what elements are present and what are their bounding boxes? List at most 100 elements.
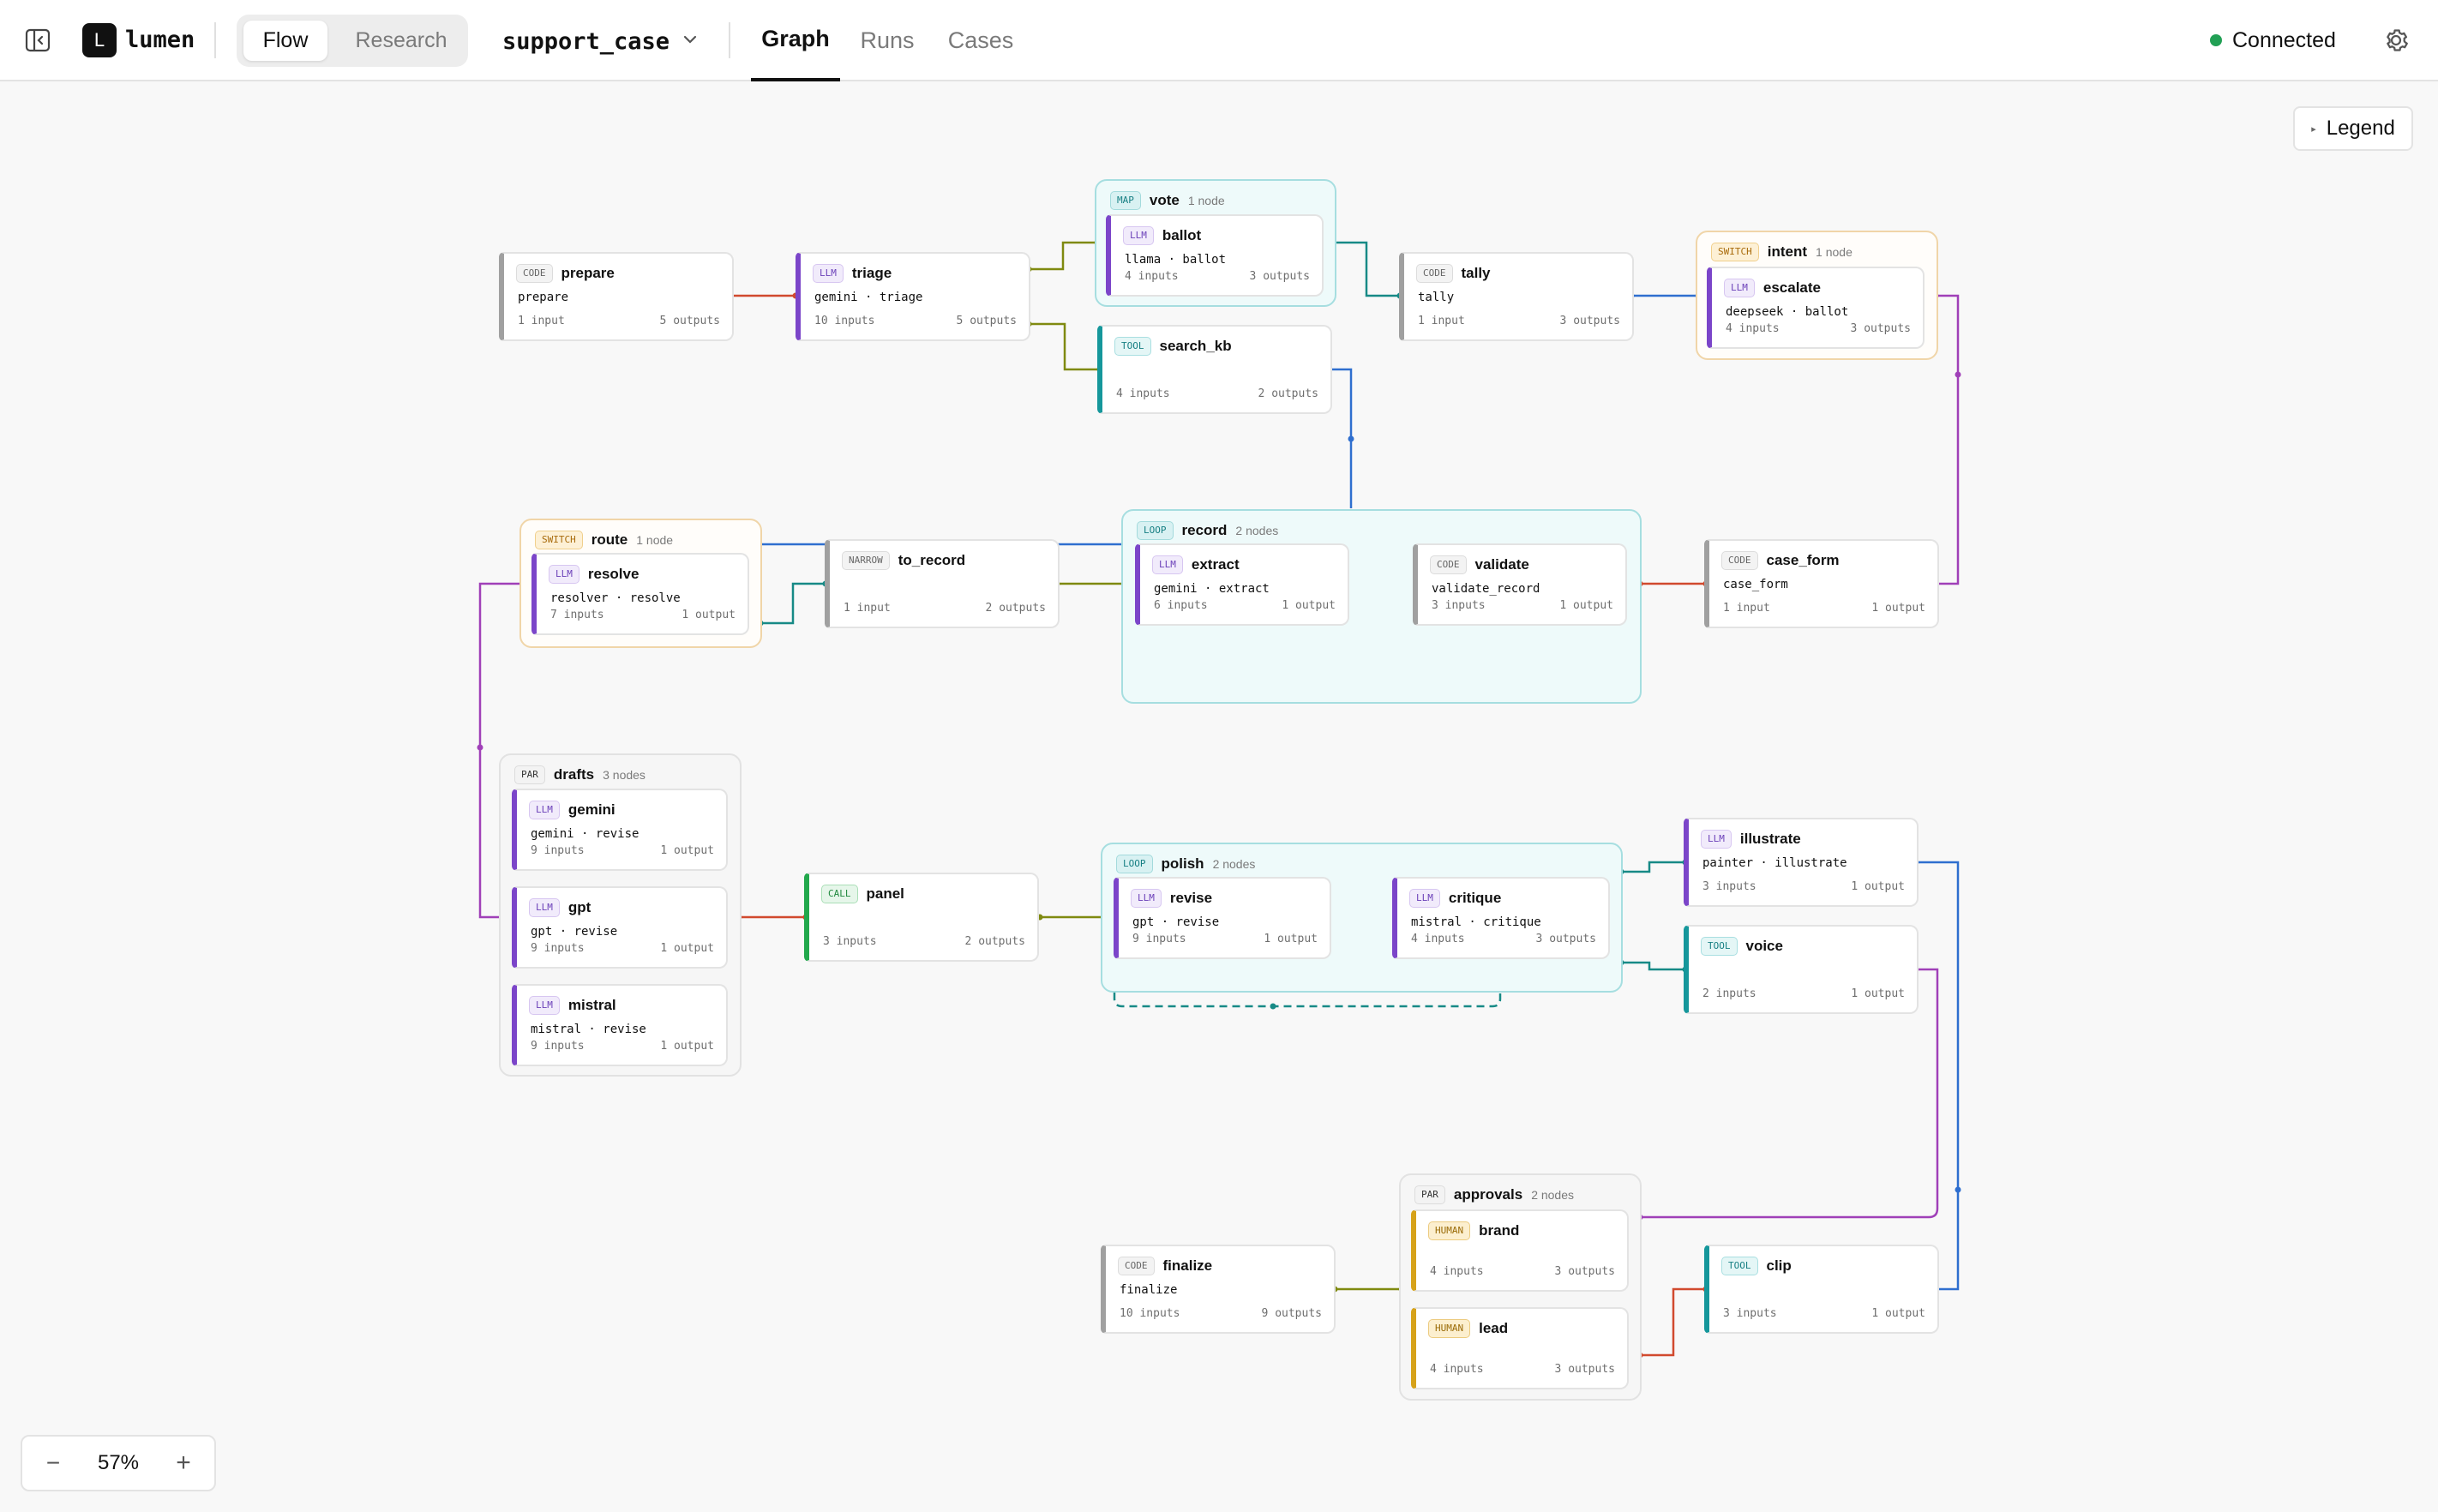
node-name: triage bbox=[851, 265, 892, 281]
zoom-in-button[interactable]: + bbox=[166, 1449, 201, 1478]
node-gemini[interactable]: LLM gemini gemini · revise 9 inputs 1 out… bbox=[512, 789, 728, 871]
node-outputs: 5 outputs bbox=[659, 315, 720, 327]
node-escalate[interactable]: LLM escalate deepseek · ballot 4 inputs 3… bbox=[1707, 267, 1925, 349]
node-panel[interactable]: CALL panel 3 inputs 2 outputs bbox=[804, 873, 1039, 962]
node-mistral[interactable]: LLM mistral mistral · revise 9 inputs 1 o… bbox=[512, 984, 728, 1066]
node-inputs: 4 inputs bbox=[1430, 1363, 1484, 1376]
edge bbox=[1029, 322, 1100, 371]
node-outputs: 1 output bbox=[1871, 1307, 1925, 1320]
node-gpt[interactable]: LLM gpt gpt · revise 9 inputs 1 output bbox=[512, 886, 728, 969]
group-type-badge: PAR bbox=[1414, 1185, 1445, 1204]
node-name: resolve bbox=[587, 566, 640, 582]
group-count: 1 node bbox=[1187, 194, 1225, 207]
node-name: critique bbox=[1448, 890, 1502, 906]
node-name: gpt bbox=[567, 899, 591, 915]
node-resolve[interactable]: LLM resolve resolver · resolve 7 inputs 1… bbox=[531, 553, 749, 635]
caret-right-icon: ▸ bbox=[2311, 123, 2316, 135]
edge bbox=[760, 582, 826, 625]
tab-flow[interactable]: Flow bbox=[243, 21, 327, 61]
status-dot-icon bbox=[2210, 34, 2222, 46]
node-case-form[interactable]: CODE case_form case_form 1 input 1 output bbox=[1704, 539, 1939, 628]
node-subtitle: case_form bbox=[1723, 578, 1788, 591]
group-count: 1 node bbox=[636, 533, 674, 547]
node-outputs: 5 outputs bbox=[956, 315, 1017, 327]
node-subtitle: resolver · resolve bbox=[550, 591, 681, 605]
node-type-badge: CODE bbox=[516, 264, 553, 283]
node-inputs: 3 inputs bbox=[1432, 599, 1486, 612]
node-search-kb[interactable]: TOOL search_kb 4 inputs 2 outputs bbox=[1097, 325, 1332, 414]
node-illustrate[interactable]: LLM illustrate painter · illustrate 3 inp… bbox=[1684, 818, 1919, 907]
connection-status: Connected bbox=[2210, 26, 2336, 55]
tab-research-label: Research bbox=[355, 28, 447, 52]
node-revise[interactable]: LLM revise gpt · revise 9 inputs 1 output bbox=[1114, 877, 1331, 959]
node-outputs: 3 outputs bbox=[1554, 1265, 1615, 1278]
node-inputs: 9 inputs bbox=[531, 1040, 585, 1053]
node-name: clip bbox=[1766, 1257, 1792, 1274]
node-inputs: 1 input bbox=[844, 602, 891, 615]
node-outputs: 3 outputs bbox=[1554, 1363, 1615, 1376]
node-to-record[interactable]: NARROW to_record 1 input 2 outputs bbox=[825, 539, 1060, 628]
node-name: prepare bbox=[561, 265, 615, 281]
node-extract[interactable]: LLM extract gemini · extract 6 inputs 1 o… bbox=[1135, 543, 1349, 626]
node-name: gemini bbox=[567, 801, 616, 818]
node-clip[interactable]: TOOL clip 3 inputs 1 output bbox=[1704, 1245, 1939, 1334]
node-name: tally bbox=[1461, 265, 1491, 281]
group-type-badge: LOOP bbox=[1116, 855, 1153, 873]
node-type-badge: LLM bbox=[813, 264, 844, 283]
node-subtitle: llama · ballot bbox=[1125, 253, 1227, 267]
node-subtitle: gemini · revise bbox=[531, 827, 640, 841]
node-type-badge: CODE bbox=[1416, 264, 1453, 283]
node-triage[interactable]: LLM triage gemini · triage 10 inputs 5 ou… bbox=[796, 252, 1030, 341]
node-ballot[interactable]: LLM ballot llama · ballot 4 inputs 3 outp… bbox=[1106, 214, 1324, 297]
node-subtitle: gemini · triage bbox=[814, 291, 923, 304]
node-subtitle: painter · illustrate bbox=[1702, 856, 1847, 870]
edge bbox=[1936, 294, 1960, 585]
group-header: PAR drafts 3 nodes bbox=[514, 765, 646, 784]
node-outputs: 2 outputs bbox=[985, 602, 1046, 615]
node-subtitle: mistral · revise bbox=[531, 1023, 646, 1036]
tab-graph[interactable]: Graph bbox=[751, 0, 840, 81]
node-inputs: 7 inputs bbox=[550, 609, 604, 621]
tab-runs[interactable]: Runs bbox=[850, 0, 924, 81]
node-type-badge: CODE bbox=[1721, 551, 1758, 570]
node-inputs: 4 inputs bbox=[1116, 387, 1170, 400]
workflow-selector[interactable]: support_case bbox=[502, 24, 699, 58]
workflow-name: support_case bbox=[502, 27, 670, 55]
node-subtitle: tally bbox=[1418, 291, 1455, 304]
node-finalize[interactable]: CODE finalize finalize 10 inputs 9 output… bbox=[1101, 1245, 1336, 1334]
zoom-out-button[interactable]: − bbox=[36, 1449, 70, 1477]
group-name: approvals bbox=[1453, 1186, 1523, 1203]
gear-icon[interactable] bbox=[2381, 26, 2411, 55]
node-brand[interactable]: HUMAN brand 4 inputs 3 outputs bbox=[1411, 1209, 1629, 1292]
node-inputs: 4 inputs bbox=[1430, 1265, 1484, 1278]
node-type-badge: LLM bbox=[529, 996, 560, 1015]
node-critique[interactable]: LLM critique mistral · critique 4 inputs … bbox=[1392, 877, 1610, 959]
node-type-badge: HUMAN bbox=[1428, 1319, 1471, 1338]
node-tally[interactable]: CODE tally tally 1 input 3 outputs bbox=[1399, 252, 1634, 341]
node-inputs: 6 inputs bbox=[1154, 599, 1208, 612]
tab-cases[interactable]: Cases bbox=[940, 0, 1022, 81]
node-name: mistral bbox=[567, 997, 616, 1013]
sidebar-toggle-icon[interactable] bbox=[24, 27, 51, 54]
divider bbox=[214, 22, 216, 58]
node-prepare[interactable]: CODE prepare prepare 1 input 5 outputs bbox=[499, 252, 734, 341]
node-outputs: 3 outputs bbox=[1559, 315, 1620, 327]
tab-research[interactable]: Research bbox=[341, 21, 461, 61]
group-type-badge: LOOP bbox=[1137, 521, 1174, 540]
node-subtitle: validate_record bbox=[1432, 582, 1540, 596]
node-type-badge: LLM bbox=[529, 801, 560, 819]
node-inputs: 4 inputs bbox=[1125, 270, 1179, 283]
node-type-badge: LLM bbox=[1409, 889, 1440, 908]
node-lead[interactable]: HUMAN lead 4 inputs 3 outputs bbox=[1411, 1307, 1629, 1389]
group-header: LOOP polish 2 nodes bbox=[1116, 855, 1255, 873]
node-outputs: 1 output bbox=[1264, 933, 1318, 945]
node-voice[interactable]: TOOL voice 2 inputs 1 output bbox=[1684, 925, 1919, 1014]
group-name: intent bbox=[1767, 243, 1808, 260]
node-validate[interactable]: CODE validate validate_record 3 inputs 1 … bbox=[1413, 543, 1627, 626]
node-name: validate bbox=[1474, 556, 1529, 573]
node-outputs: 3 outputs bbox=[1850, 322, 1911, 335]
legend-button[interactable]: ▸ Legend bbox=[2293, 106, 2413, 151]
node-outputs: 3 outputs bbox=[1249, 270, 1310, 283]
graph-canvas[interactable]: ▸ Legend MAP vote 1 node SWITCH intent 1 nod… bbox=[0, 83, 2438, 1512]
group-header: SWITCH intent 1 node bbox=[1711, 243, 1853, 261]
